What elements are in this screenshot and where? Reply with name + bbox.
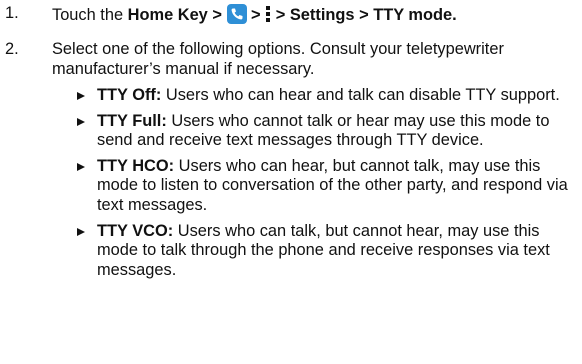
tty-option-hco: TTY HCO: Users who can hear, but cannot … — [75, 157, 576, 216]
bullet-triangle-icon — [77, 227, 85, 236]
tty-option-off: TTY Off: Users who can hear and talk can… — [75, 86, 576, 106]
tty-option-list: TTY Off: Users who can hear and talk can… — [75, 86, 576, 286]
phone-icon — [226, 4, 247, 24]
bullet-triangle-icon — [77, 117, 85, 126]
option-label: TTY VCO: — [97, 221, 174, 240]
step-text: Select one of the following options. Con… — [52, 40, 504, 78]
menu-icon — [265, 6, 271, 23]
bullet-triangle-icon — [77, 162, 85, 171]
step-text-end: . — [452, 6, 457, 24]
option-description: Users who can hear and talk can disable … — [161, 86, 560, 104]
path-separator-1: > — [246, 6, 266, 24]
option-label: TTY HCO: — [97, 156, 175, 175]
bullet-triangle-icon — [77, 92, 85, 100]
option-label: TTY Off: — [97, 86, 162, 104]
settings-path: Settings > TTY mode — [289, 6, 453, 24]
step-number: 1. — [5, 4, 19, 22]
home-key-label: Home Key > — [127, 6, 222, 24]
step-number: 2. — [5, 40, 19, 58]
path-separator-2: > — [271, 6, 290, 24]
tty-option-vco: TTY VCO: Users who can talk, but cannot … — [75, 222, 576, 281]
step-text-intro: Touch the — [52, 6, 128, 24]
step-text: Touch the Home Key > > > Settings > TTY … — [52, 4, 576, 26]
tty-option-full: TTY Full: Users who cannot talk or hear … — [75, 112, 576, 151]
option-label: TTY Full: — [97, 111, 167, 130]
